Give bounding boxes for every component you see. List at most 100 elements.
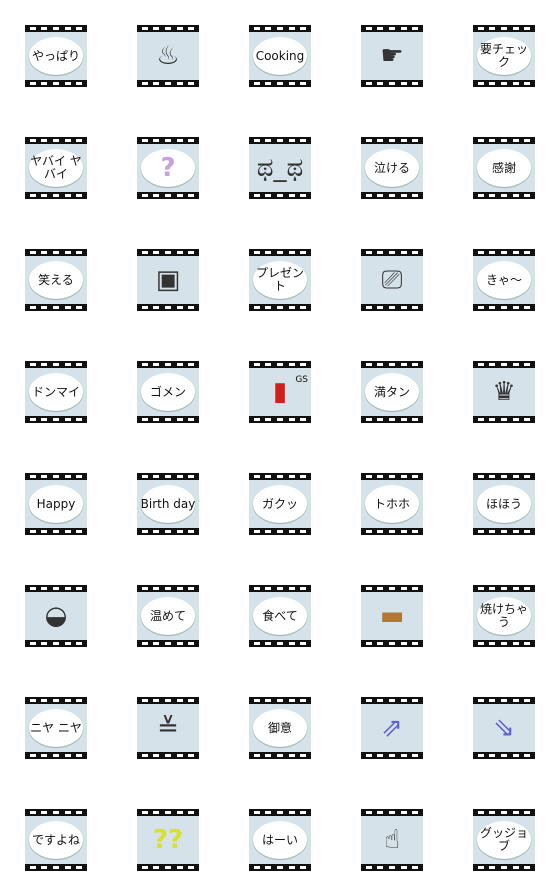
sticker-text: Birth day	[140, 496, 196, 511]
film-strip	[361, 80, 423, 87]
sticker-tile[interactable]: 焼けちゃう	[473, 585, 535, 647]
sticker-tile[interactable]: ◒	[25, 585, 87, 647]
film-strip	[361, 697, 423, 704]
crying-face-icon: ಥ_ಥ	[256, 152, 304, 183]
film-strip	[25, 585, 87, 592]
sticker-tile[interactable]: ?	[137, 137, 199, 199]
film-strip	[137, 528, 199, 535]
film-strip	[25, 192, 87, 199]
question-mark-icon: ?	[160, 152, 176, 183]
film-strip	[361, 249, 423, 256]
sticker-tile[interactable]: ゴメン	[137, 361, 199, 423]
film-strip	[137, 697, 199, 704]
sticker-tile[interactable]: ⎚	[361, 249, 423, 311]
film-strip	[361, 528, 423, 535]
sticker-tile[interactable]: ニヤ ニヤ	[25, 697, 87, 759]
film-strip	[473, 473, 535, 480]
sticker-tile[interactable]: 泣ける	[361, 137, 423, 199]
film-strip	[137, 80, 199, 87]
sticker-tile[interactable]: ☝	[361, 809, 423, 871]
sticker-tile[interactable]: ??	[137, 809, 199, 871]
sticker-tile[interactable]: ヤバイ ヤバイ	[25, 137, 87, 199]
film-strip	[361, 192, 423, 199]
film-strip	[249, 249, 311, 256]
sticker-tile[interactable]: ☛	[361, 25, 423, 87]
film-strip	[25, 473, 87, 480]
film-strip	[137, 361, 199, 368]
sticker-tile[interactable]: ≚	[137, 697, 199, 759]
film-strip	[25, 249, 87, 256]
film-strip	[249, 416, 311, 423]
sticker-tile[interactable]: Birth day	[137, 473, 199, 535]
sticker-tile[interactable]: はーい	[249, 809, 311, 871]
sticker-tile[interactable]: ですよね	[25, 809, 87, 871]
film-strip	[249, 640, 311, 647]
film-strip	[25, 137, 87, 144]
sticker-tile[interactable]: 要チェック	[473, 25, 535, 87]
gift-box-icon: ▣	[155, 264, 181, 295]
film-strip	[249, 864, 311, 871]
sticker-tile[interactable]: Cooking	[249, 25, 311, 87]
sticker-tile[interactable]: ♛	[473, 361, 535, 423]
sticker-text: はーい	[261, 832, 298, 847]
sticker-text: 温めて	[149, 608, 186, 623]
double-question-icon: ??	[152, 824, 184, 855]
film-strip	[249, 192, 311, 199]
film-strip	[473, 304, 535, 311]
bread-loaf-icon: ▬	[379, 600, 405, 631]
thumbs-up-icon: ☝	[384, 824, 400, 855]
sticker-tile[interactable]: 感謝	[473, 137, 535, 199]
sticker-tile[interactable]: ガクッ	[249, 473, 311, 535]
sticker-tile[interactable]: やっぱり	[25, 25, 87, 87]
sticker-text: ガクッ	[261, 496, 298, 511]
film-strip	[249, 361, 311, 368]
film-strip	[25, 80, 87, 87]
pointing-hand-icon: ☛	[380, 40, 404, 71]
film-strip	[361, 809, 423, 816]
sticker-tile[interactable]: ドンマイ	[25, 361, 87, 423]
film-strip	[137, 249, 199, 256]
sticker-tile[interactable]: ಥ_ಥ	[249, 137, 311, 199]
sticker-tile[interactable]: トホホ	[361, 473, 423, 535]
sticker-tile[interactable]: ほほう	[473, 473, 535, 535]
sticker-tile[interactable]: ▮ GS	[249, 361, 311, 423]
film-strip	[249, 697, 311, 704]
sticker-tile[interactable]: グッジョブ	[473, 809, 535, 871]
film-strip	[137, 864, 199, 871]
film-strip	[25, 864, 87, 871]
sticker-text: やっぱり	[31, 48, 80, 63]
sticker-text: ニヤ ニヤ	[30, 720, 82, 735]
sticker-text: ですよね	[31, 832, 80, 847]
film-strip	[25, 304, 87, 311]
sticker-tile[interactable]: ▣	[137, 249, 199, 311]
film-strip	[473, 416, 535, 423]
sticker-text: ヤバイ ヤバイ	[30, 154, 82, 181]
sticker-text: 感謝	[491, 160, 516, 175]
sticker-text: 泣ける	[373, 160, 410, 175]
sticker-text: 笑える	[38, 272, 74, 287]
film-strip	[249, 528, 311, 535]
sticker-tile[interactable]: きゃ〜	[473, 249, 535, 311]
film-strip	[249, 25, 311, 32]
sticker-tile[interactable]: 笑える	[25, 249, 87, 311]
sticker-text: 焼けちゃう	[479, 602, 528, 629]
sticker-tile[interactable]: 満タン	[361, 361, 423, 423]
film-strip	[473, 528, 535, 535]
sticker-tile[interactable]: ⇘	[473, 697, 535, 759]
film-strip	[137, 809, 199, 816]
sticker-tile[interactable]: プレゼント	[249, 249, 311, 311]
sticker-tile[interactable]: Happy	[25, 473, 87, 535]
sticker-tile[interactable]: ⇗	[361, 697, 423, 759]
film-strip	[361, 137, 423, 144]
film-strip	[25, 752, 87, 759]
sticker-tile[interactable]: 食べて	[249, 585, 311, 647]
film-strip	[137, 25, 199, 32]
sticker-tile[interactable]: 温めて	[137, 585, 199, 647]
film-strip	[249, 752, 311, 759]
sticker-tile[interactable]: ▬	[361, 585, 423, 647]
film-strip	[473, 697, 535, 704]
sticker-text: Cooking	[255, 48, 305, 63]
arrows-up-right-icon: ⇗	[381, 712, 403, 743]
sticker-tile[interactable]: ♨	[137, 25, 199, 87]
sticker-tile[interactable]: 御意	[249, 697, 311, 759]
